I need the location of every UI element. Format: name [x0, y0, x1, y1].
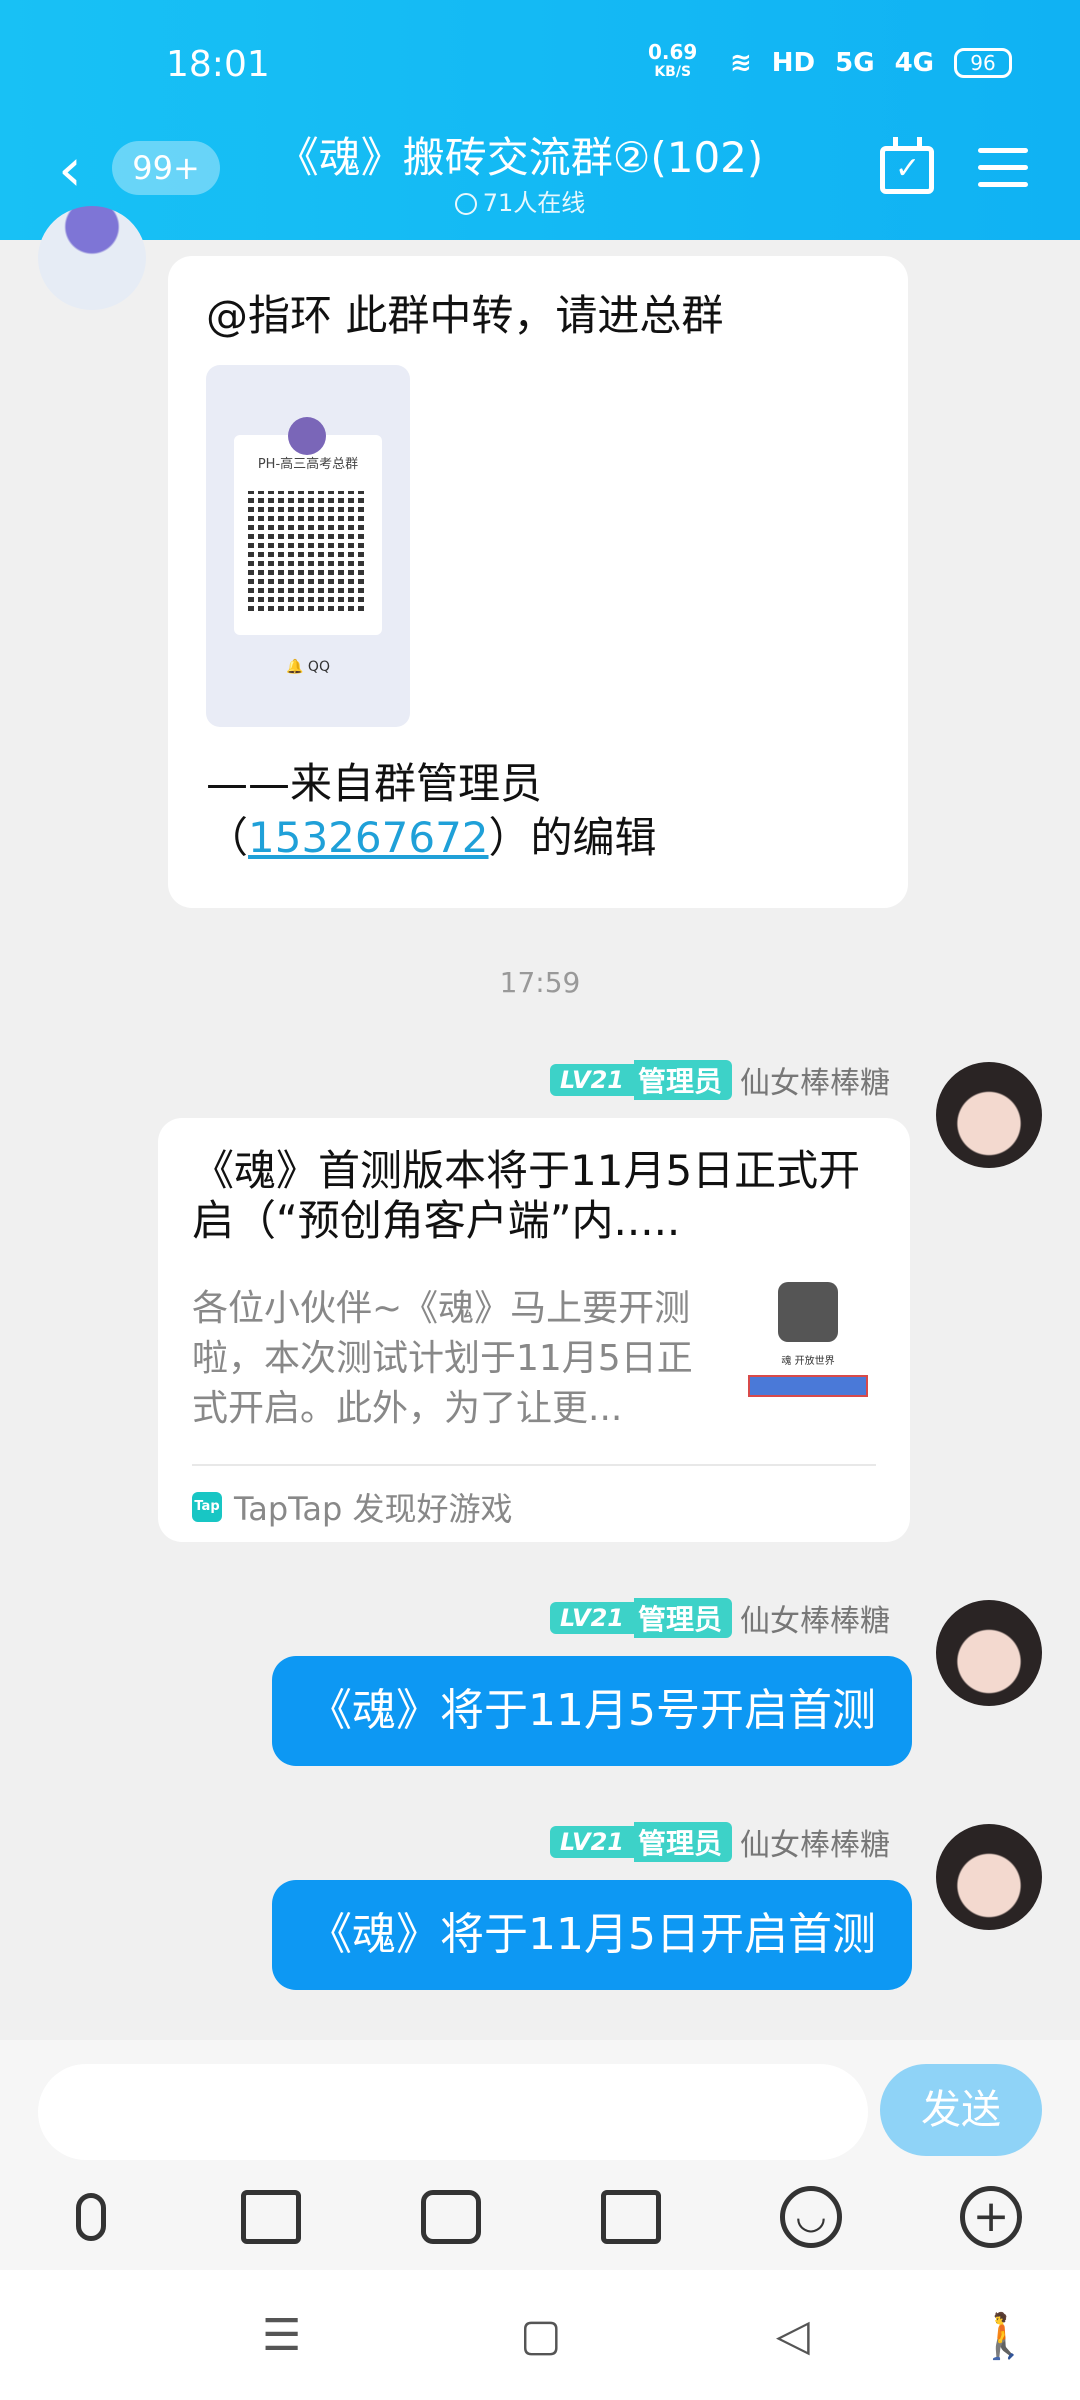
timestamp: 17:59 [499, 966, 581, 999]
wifi-icon: ≋ [730, 48, 752, 78]
card-title: 《魂》首测版本将于11月5日正式开启（“预创角客户端”内..... [192, 1146, 861, 1245]
sender-name[interactable]: 仙女棒棒糖 [740, 1820, 890, 1864]
taptap-icon: Tap [192, 1492, 222, 1522]
level-badge: LV21 [550, 1602, 634, 1634]
user-link[interactable]: 153267672 [248, 813, 489, 862]
menu-icon[interactable] [978, 148, 1028, 188]
status-bar: 18:01 0.69 KB/S ≋ HD 5G 4G 96 [0, 40, 1080, 94]
link-card[interactable]: 《魂》首测版本将于11月5日正式开启（“预创角客户端”内..... 各位小伙伴~… [158, 1118, 910, 1542]
avatar[interactable] [936, 1824, 1042, 1930]
group-logo [288, 417, 326, 455]
message-footer-text: ——来自群管理员 （153267672）的编辑 [206, 759, 657, 862]
message-bubble[interactable]: 《魂》将于11月5日开启首测 [272, 1880, 912, 1990]
menu-nav-icon[interactable]: ☰ [262, 2310, 301, 2361]
role-badge: 管理员 [633, 1060, 732, 1100]
role-badge: 管理员 [633, 1598, 732, 1638]
qr-image[interactable]: PH-高三高考总群 🔔 QQ [206, 365, 410, 727]
accessibility-icon[interactable]: 🚶 [976, 2310, 1031, 2362]
calendar-check-icon[interactable] [880, 137, 934, 194]
red-packet-icon[interactable] [596, 2182, 666, 2252]
card-description: 各位小伙伴~《魂》马上要开测啦，本次测试计划于11月5日正式开启。此外，为了让更… [192, 1288, 693, 1429]
network-speed: 0.69 KB/S [648, 40, 698, 80]
card-source: Tap TapTap 发现好游戏 [192, 1484, 513, 1530]
back-nav-icon[interactable]: ◁ [776, 2310, 810, 2361]
sender-row: LV21 管理员 仙女棒棒糖 [550, 1596, 890, 1640]
battery-icon: 96 [954, 48, 1013, 78]
level-badge: LV21 [550, 1064, 634, 1096]
sender-row: LV21 管理员 仙女棒棒糖 [550, 1058, 890, 1102]
avatar[interactable] [38, 206, 146, 310]
signal-4g-icon: 4G [894, 48, 935, 78]
sender-name[interactable]: 仙女棒棒糖 [740, 1058, 890, 1102]
plus-icon[interactable]: + [956, 2182, 1026, 2252]
group-title: 《魂》搬砖交流群②(102) [276, 133, 764, 182]
composer-toolbar: ◡ + [0, 2182, 1080, 2262]
unread-badge[interactable]: 99+ [112, 141, 220, 195]
online-icon [454, 193, 477, 215]
hd-icon: HD [771, 48, 816, 78]
home-nav-icon[interactable]: ▢ [520, 2310, 562, 2361]
qr-code [248, 491, 368, 611]
emoji-icon[interactable]: ◡ [776, 2182, 846, 2252]
microphone-icon[interactable] [56, 2182, 126, 2252]
avatar[interactable] [936, 1062, 1042, 1168]
status-time: 18:01 [166, 44, 270, 85]
sender-name[interactable]: 仙女棒棒糖 [740, 1596, 890, 1640]
back-icon[interactable]: ‹ [58, 140, 82, 200]
role-badge: 管理员 [633, 1822, 732, 1862]
signal-5g-icon: 5G [835, 48, 875, 78]
divider [192, 1464, 876, 1466]
camera-icon[interactable] [416, 2182, 486, 2252]
message-input[interactable] [38, 2064, 868, 2160]
system-nav-bar: ☰ ▢ ◁ 🚶 [0, 2270, 1080, 2400]
message-bubble[interactable]: @指环 此群中转，请进总群 PH-高三高考总群 🔔 QQ ——来自群管理员 （1… [168, 256, 908, 908]
message-text: @指环 此群中转，请进总群 [206, 291, 724, 340]
status-icons: ≋ HD 5G 4G 96 [730, 48, 1013, 78]
message-bubble[interactable]: 《魂》将于11月5号开启首测 [272, 1656, 912, 1766]
sender-row: LV21 管理员 仙女棒棒糖 [550, 1820, 890, 1864]
avatar[interactable] [936, 1600, 1042, 1706]
qr-footer: 🔔 QQ [286, 659, 330, 675]
level-badge: LV21 [550, 1826, 634, 1858]
card-thumbnail: 魂 开放世界 [738, 1282, 878, 1442]
chat-header: 18:01 0.69 KB/S ≋ HD 5G 4G 96 ‹ 99+ 《魂》搬… [0, 0, 1080, 240]
image-icon[interactable] [236, 2182, 306, 2252]
composer: 发送 ◡ + [0, 2040, 1080, 2270]
send-button[interactable]: 发送 [880, 2064, 1042, 2156]
game-icon [778, 1282, 838, 1342]
online-count: 71人在线 [270, 183, 770, 218]
qr-group-name: PH-高三高考总群 [257, 457, 359, 472]
